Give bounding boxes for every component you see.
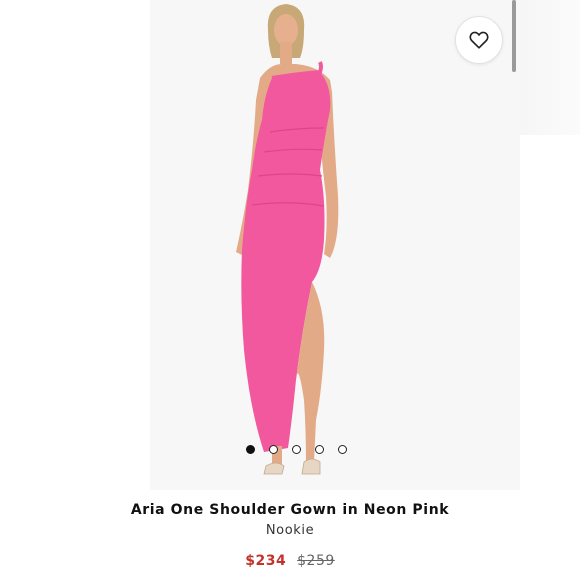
original-price: $259 (297, 553, 335, 569)
product-brand[interactable]: Nookie (0, 523, 580, 538)
scrollbar-thumb[interactable] (512, 0, 516, 72)
gallery-dot-2[interactable] (268, 445, 278, 454)
gallery-dot-3[interactable] (291, 445, 301, 454)
gallery-pagination (0, 445, 580, 461)
product-info: Aria One Shoulder Gown in Neon Pink Nook… (0, 500, 580, 569)
product-photo (236, 4, 339, 475)
gallery-dot-5[interactable] (337, 445, 347, 454)
next-image-peek (520, 0, 580, 135)
product-image-gallery[interactable] (0, 0, 580, 490)
gallery-dot-4[interactable] (314, 445, 324, 454)
price-row: $234 $259 (0, 553, 580, 569)
heart-outline-icon (469, 31, 489, 49)
product-title: Aria One Shoulder Gown in Neon Pink (130, 502, 450, 518)
favorite-button[interactable] (455, 16, 503, 64)
sale-price: $234 (245, 553, 287, 569)
gallery-dot-1[interactable] (245, 445, 255, 454)
